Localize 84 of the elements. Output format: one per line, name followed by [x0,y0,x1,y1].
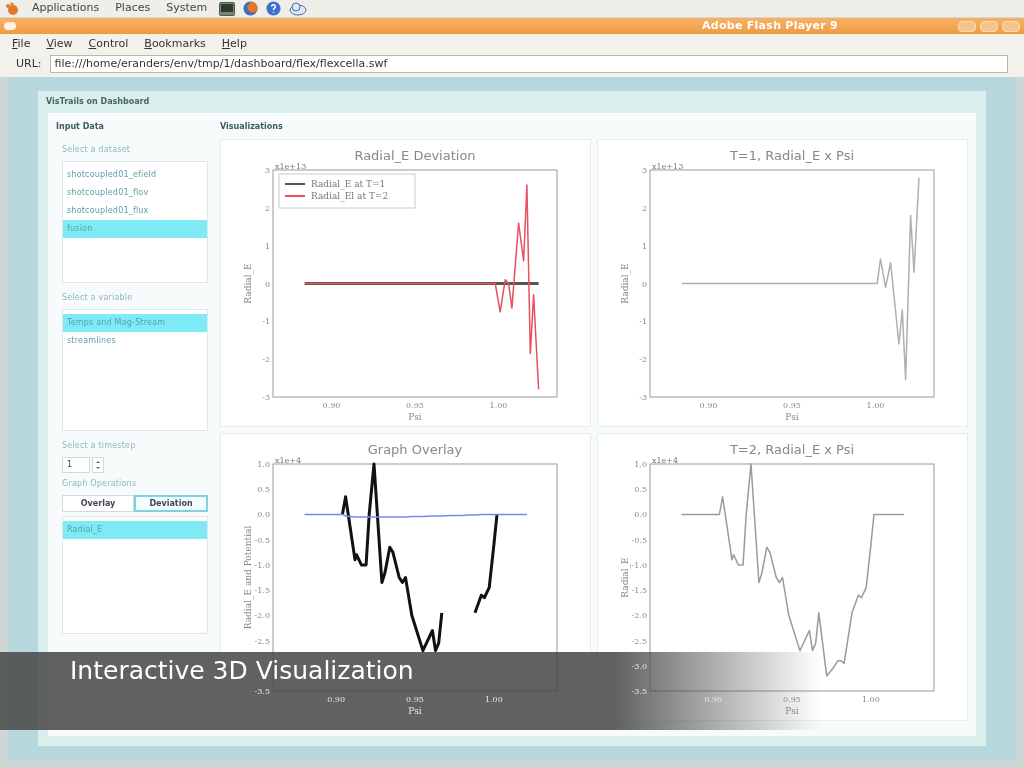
x-axis-label: Psi [785,412,799,422]
y-tick-label: -3.5 [631,687,647,696]
y-tick-label: -2.5 [631,636,647,646]
y-tick-label: -1 [639,317,647,327]
menu-item[interactable]: View [46,35,73,53]
window-title: Adobe Flash Player 9 [702,17,838,34]
url-field[interactable]: file:///home/eranders/env/tmp/1/dashboard/flex/flexcella.swf [49,55,1008,73]
y-tick-label: 1.0 [634,460,647,469]
y-tick-label: -3 [639,393,647,402]
y-tick-label: -1.5 [631,586,647,596]
legend-label: Radial_El at T=2 [311,191,389,201]
chart-title: Graph Overlay [367,442,463,457]
y-tick-label: 3 [641,166,647,175]
timestep-field[interactable]: 1 [62,457,90,473]
panel-menu[interactable]: System [162,0,212,17]
y-axis-label: Radial_E [243,263,253,304]
app-title: VisTrails on Dashboard [46,96,151,108]
x-axis-label: Psi [408,706,422,716]
x-tick-label: 0.95 [783,695,801,704]
caption-text: Interactive 3D Visualization [70,657,414,685]
y-axis-label: Radial_E [620,263,630,304]
axis-multiplier: x1e+13 [275,162,307,171]
x-tick-label: 1.00 [489,401,508,410]
chart-title: T=2, Radial_E x Psi [729,442,855,457]
x-tick-label: 0.95 [783,401,801,410]
y-tick-label: 0.0 [257,510,270,520]
y-tick-label: -2 [262,355,270,365]
toggle-button[interactable]: Overlay [62,495,134,512]
y-tick-label: -2.5 [254,636,270,646]
x-axis-label: Psi [408,412,422,422]
y-tick-label: -1 [262,317,270,327]
y-tick-label: 1 [641,241,647,251]
x-tick-label: 0.90 [327,695,345,704]
y-tick-label: 0 [641,279,647,289]
y-tick-label: 0.5 [257,485,270,495]
y-axis-label: Radial_E and Potential [243,525,253,630]
x-tick-label: 0.90 [322,401,341,410]
chart-title: Radial_E Deviation [354,148,476,163]
axis-multiplier: x1e+4 [275,456,302,465]
menu-item[interactable]: Control [88,35,129,53]
y-tick-label: -3.0 [631,661,647,671]
y-tick-label: -3 [262,393,270,402]
y-tick-label: 2 [641,203,647,213]
legend-label: Radial_E at T=1 [311,179,386,189]
chart-title: T=1, Radial_E x Psi [729,148,855,163]
url-label: URL: [16,55,42,72]
y-tick-label: -2.0 [254,611,270,621]
x-tick-label: 1.00 [866,401,885,410]
panel-menu[interactable]: Places [111,0,155,17]
section-title: Input Data [56,121,105,133]
y-tick-label: 0 [264,279,270,289]
field-label: Graph Operations [62,478,138,490]
menu-item[interactable]: File [12,35,31,53]
y-tick-label: 1.0 [257,460,270,469]
y-tick-label: -0.5 [631,535,647,545]
y-tick-label: -1.0 [631,560,647,570]
y-tick-label: -1.5 [254,586,270,596]
field-label: Select a dataset [62,144,132,156]
panel-menu[interactable]: Applications [28,0,104,17]
x-tick-label: 1.00 [862,695,880,704]
y-tick-label: 3 [264,166,270,175]
y-tick-label: -3.5 [254,687,270,696]
y-tick-label: -0.5 [254,535,270,545]
field-label: Select a variable [62,292,134,304]
x-tick-label: 0.95 [406,401,424,410]
y-tick-label: 2 [264,203,270,213]
toggle-button[interactable]: Deviation [134,495,208,512]
y-tick-label: -2.0 [631,611,647,621]
x-tick-label: 0.95 [406,695,424,704]
y-tick-label: -1.0 [254,560,270,570]
axis-multiplier: x1e+4 [652,456,679,465]
x-axis-label: Psi [785,706,799,716]
menu-item[interactable]: Help [221,35,247,53]
menu-item[interactable]: Bookmarks [144,35,206,53]
field-label: Select a timestep [62,440,137,452]
x-tick-label: 1.00 [485,695,503,704]
section-title: Visualizations [220,121,284,133]
y-axis-label: Radial_E [620,557,630,598]
y-tick-label: 0.0 [634,510,647,520]
y-tick-label: 0.5 [634,485,647,495]
x-tick-label: 0.90 [699,401,718,410]
y-tick-label: 1 [264,241,270,251]
axis-multiplier: x1e+13 [652,162,684,171]
y-tick-label: -2 [639,355,647,365]
